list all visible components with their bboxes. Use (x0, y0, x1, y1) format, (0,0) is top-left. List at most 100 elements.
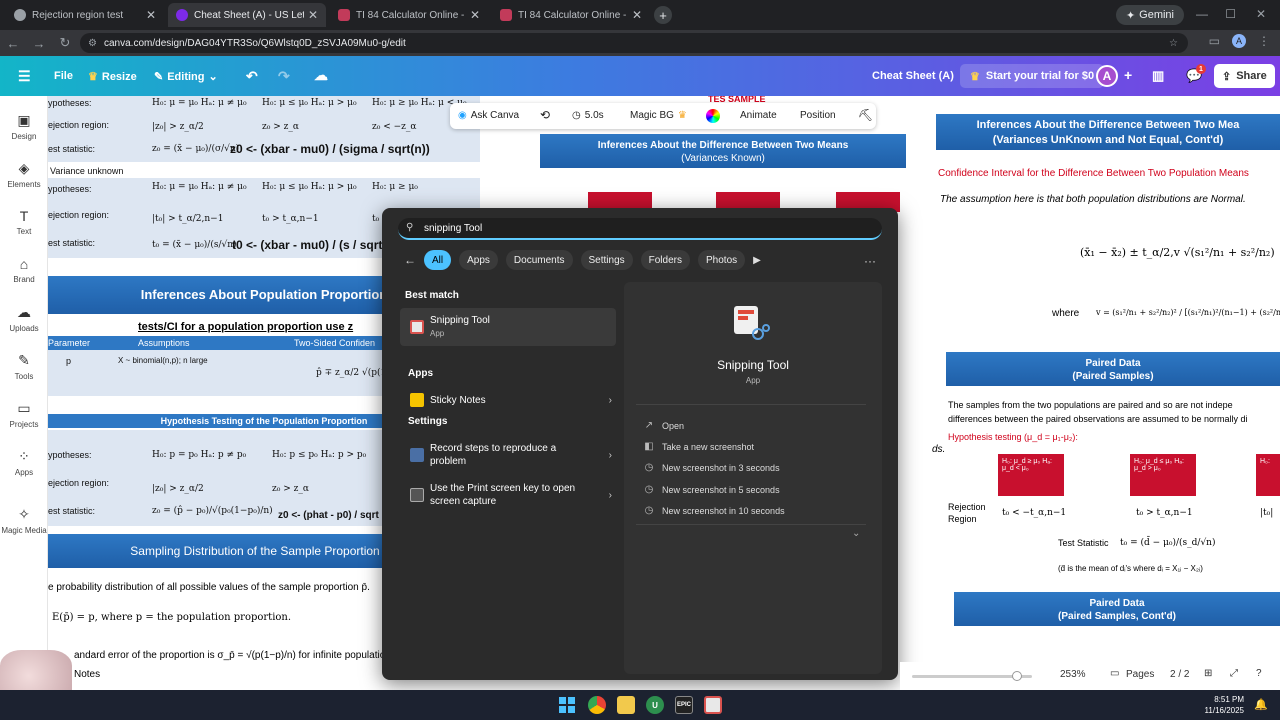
filter-folders[interactable]: Folders (640, 250, 690, 270)
grid-view-icon[interactable]: ⊞ (1204, 668, 1212, 679)
notes-label[interactable]: Notes (74, 669, 100, 680)
zoom-slider[interactable] (912, 671, 1032, 681)
insights-icon[interactable]: ▥ (1152, 68, 1164, 84)
editing-mode-dropdown[interactable]: ✎ Editing ⌄ (154, 70, 218, 84)
sidebar-item-tools[interactable]: ✎ Tools (0, 352, 48, 381)
action-screenshot-3s[interactable]: ◷ New screenshot in 3 seconds (644, 462, 780, 473)
system-clock[interactable]: 8:51 PM 11/16/2025 (1205, 694, 1244, 716)
filter-apps[interactable]: Apps (459, 250, 498, 270)
start-trial-button[interactable]: ♛ Start your trial for $0 (960, 64, 1105, 88)
close-icon[interactable]: ✕ (308, 8, 318, 22)
action-screenshot-10s[interactable]: ◷ New screenshot in 10 seconds (644, 505, 785, 516)
animate-button[interactable]: Animate (740, 110, 777, 121)
setting-result-record-steps[interactable]: Record steps to reproduce a problem › (410, 438, 626, 472)
fullscreen-icon[interactable]: ⤢ (1230, 668, 1238, 679)
browser-menu-icon[interactable]: ⋮ (1258, 34, 1270, 48)
maximize-icon[interactable]: ☐ (1225, 7, 1236, 21)
paired-data-banner-2: Paired Data (Paired Samples, Cont'd) (954, 592, 1280, 626)
sidebar-item-brand[interactable]: ⌂ Brand (0, 256, 48, 284)
filter-all[interactable]: All (424, 250, 452, 270)
best-match-item[interactable]: Snipping Tool App (400, 308, 616, 346)
back-icon[interactable]: ← (0, 36, 26, 51)
play-icon[interactable]: ▶ (753, 255, 761, 266)
back-arrow-icon[interactable]: ← (404, 253, 416, 267)
filter-photos[interactable]: Photos (698, 250, 746, 270)
paint-format-icon[interactable]: ⛏ (858, 108, 873, 122)
upwork-icon[interactable]: U (646, 696, 664, 714)
timer-icon: ◷ (644, 462, 654, 473)
add-collaborator-icon[interactable]: + (1124, 67, 1132, 83)
doc-title[interactable]: Cheat Sheet (A) (872, 70, 954, 82)
search-input[interactable]: ⚲ snipping Tool (398, 218, 882, 240)
position-button[interactable]: Position (800, 110, 836, 121)
menu-hamburger-icon[interactable]: ☰ (18, 68, 31, 85)
expand-chevron-icon[interactable]: ⌄ (852, 528, 860, 539)
cloud-saved-icon[interactable]: ☁ (314, 67, 328, 84)
site-info-icon[interactable]: ⚙ (88, 38, 97, 49)
help-icon[interactable]: ? (1256, 668, 1262, 679)
resize-button[interactable]: ♛ Resize (88, 70, 137, 84)
z-code-text: z0 <- (xbar - mu0) / (sigma / sqrt(n)) (230, 142, 430, 156)
windows-start-icon[interactable] (558, 696, 576, 714)
bookmark-star-icon[interactable]: ☆ (1169, 38, 1178, 49)
sidebar-item-uploads[interactable]: ☁ Uploads (0, 304, 48, 333)
duration-button[interactable]: ◷ 5.0s (572, 110, 604, 121)
replace-icon[interactable]: ⟲ (540, 108, 550, 122)
setting-result-print-screen[interactable]: Use the Print screen key to open screen … (410, 478, 626, 512)
user-avatar[interactable]: A (1096, 65, 1118, 87)
url-field[interactable]: ⚙ canva.com/design/DAG04YTR3So/Q6Wlstq0D… (80, 33, 1188, 53)
color-wheel-icon[interactable] (706, 109, 720, 123)
minimize-icon[interactable]: — (1196, 7, 1208, 21)
forward-icon[interactable]: → (26, 36, 52, 51)
close-icon[interactable]: ✕ (470, 8, 480, 22)
file-menu[interactable]: File (54, 70, 73, 82)
timer-icon: ◷ (644, 484, 654, 495)
share-button[interactable]: ⇪ Share (1214, 64, 1275, 88)
right-page[interactable]: Inferences About the Difference Between … (936, 96, 1280, 690)
pages-button[interactable]: Pages (1126, 669, 1154, 680)
sidebar-item-magic-media[interactable]: ✧ Magic Media (0, 506, 48, 535)
tab-ti84-2[interactable]: TI 84 Calculator Online - Free O ✕ (492, 3, 650, 27)
tab-ti84-1[interactable]: TI 84 Calculator Online - Free O ✕ (330, 3, 488, 27)
canva-favicon-icon (176, 9, 188, 21)
action-take-screenshot[interactable]: ◧ Take a new screenshot (644, 441, 754, 452)
undo-icon[interactable]: ↶ (246, 68, 258, 85)
chrome-icon[interactable] (588, 696, 606, 714)
notification-bell-icon[interactable]: 🔔 (1254, 698, 1268, 711)
close-icon[interactable]: ✕ (632, 8, 642, 22)
close-icon[interactable]: ✕ (146, 8, 156, 22)
profile-avatar[interactable]: A (1232, 34, 1246, 48)
ask-canva-button[interactable]: ◉ Ask Canva (458, 110, 519, 121)
gemini-button[interactable]: ✦ Gemini (1115, 5, 1184, 25)
sidebar-item-elements[interactable]: ◈ Elements (0, 160, 48, 189)
tab-cheat-sheet[interactable]: Cheat Sheet (A) - US Letter ✕ (168, 3, 326, 27)
file-explorer-icon[interactable] (617, 696, 635, 714)
action-screenshot-5s[interactable]: ◷ New screenshot in 5 seconds (644, 484, 780, 495)
epic-games-icon[interactable]: EPIC (675, 696, 693, 714)
filter-settings[interactable]: Settings (580, 250, 633, 270)
url-text: canva.com/design/DAG04YTR3So/Q6Wlstq0D_z… (104, 37, 406, 49)
sidebar-item-design[interactable]: ▣ Design (0, 112, 48, 141)
sidebar-item-text[interactable]: T Text (0, 208, 48, 236)
new-tab-button[interactable]: + (654, 6, 672, 24)
filter-documents[interactable]: Documents (505, 250, 573, 270)
sidebar-item-apps[interactable]: ⁘ Apps (0, 448, 48, 477)
tab-rejection-region[interactable]: Rejection region test ✕ (6, 3, 164, 27)
action-open[interactable]: ↗ Open (644, 420, 684, 431)
zoom-slider-handle[interactable] (1012, 671, 1022, 681)
result-name: Sticky Notes (430, 394, 486, 406)
redo-icon[interactable]: ↷ (278, 68, 290, 85)
cast-icon[interactable]: ▭ (1209, 34, 1220, 48)
snipping-tool-taskbar-icon[interactable] (704, 696, 722, 714)
magic-bg-button[interactable]: Magic BG ♛ (630, 110, 687, 121)
zoom-level[interactable]: 253% (1060, 669, 1086, 680)
search-query: snipping Tool (424, 222, 483, 234)
close-window-icon[interactable]: ✕ (1256, 7, 1266, 21)
reload-icon[interactable]: ↻ (52, 35, 78, 51)
open-icon: ↗ (644, 420, 654, 431)
sidebar-item-projects[interactable]: ▭ Projects (0, 400, 48, 429)
app-result-sticky-notes[interactable]: Sticky Notes › (410, 386, 626, 414)
timer-icon: ◷ (644, 505, 654, 516)
row-label: est statistic: (48, 506, 96, 516)
more-options-icon[interactable]: ··· (864, 254, 876, 268)
